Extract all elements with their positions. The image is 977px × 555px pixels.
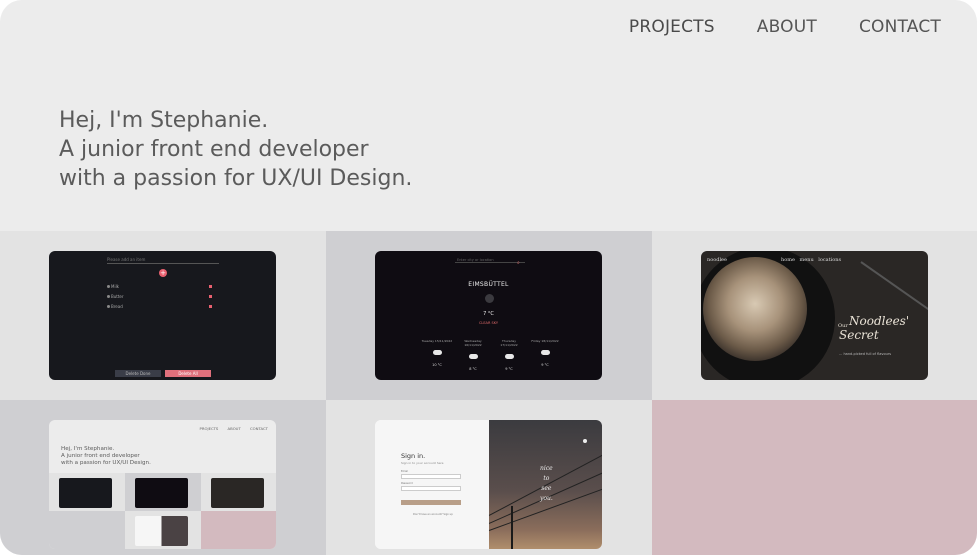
forecast-temp: 8 °C — [469, 367, 477, 371]
project-card-portfolio[interactable]: PROJECTS ABOUT CONTACT Hej, I'm Stephani… — [49, 420, 276, 549]
project-tile-noodle: noodlee home menu locations Our Noodlees… — [652, 231, 977, 400]
delete-icon — [209, 285, 212, 288]
todo-item: Butter — [111, 294, 124, 299]
signin-submit-button — [401, 500, 461, 505]
weather-icon — [485, 294, 494, 303]
delete-icon — [209, 295, 212, 298]
signin-register-link: Don't have an account? Sign up — [413, 513, 453, 516]
checkbox-icon — [107, 285, 110, 288]
search-icon: ⌕ — [517, 260, 520, 266]
weather-city: EIMSBÜTTEL — [468, 281, 509, 288]
project-card-noodle[interactable]: noodlee home menu locations Our Noodlees… — [701, 251, 928, 380]
signin-quote: nice to see you. — [540, 464, 553, 504]
power-pole — [511, 506, 513, 549]
forecast-day-label: Tuesday 15/11/2022 — [421, 339, 453, 343]
mini-tile — [125, 473, 201, 511]
cloud-icon — [432, 350, 442, 355]
mini-tile — [49, 473, 125, 511]
quote-line: you. — [540, 495, 553, 502]
forecast-day-label: Friday 18/11/2022 — [531, 339, 559, 343]
weather-temp: 7 °C — [483, 311, 494, 317]
mini-tile — [49, 511, 125, 549]
delete-done-button: Delete Done — [115, 370, 161, 377]
delete-icon — [209, 305, 212, 308]
project-tile-signin: Sign in. Sign in to your account here Em… — [326, 400, 652, 555]
signin-email-label: Email — [401, 470, 408, 473]
project-card-weather[interactable]: Enter city or location ⌕ EIMSBÜTTEL 7 °C… — [375, 251, 602, 380]
todo-input-line — [107, 263, 219, 264]
forecast-day: Thursday 17/11/2022 9 °C — [493, 339, 525, 371]
forecast-day: Wednesday 16/11/2022 8 °C — [457, 339, 489, 371]
mini-grid — [49, 473, 276, 549]
nav-projects[interactable]: PROJECTS — [629, 17, 715, 37]
hero-line-1: Hej, I'm Stephanie. — [59, 108, 269, 133]
mini-hero: Hej, I'm Stephanie. A junior front end d… — [61, 446, 151, 467]
signin-subtitle: Sign in to your account here — [401, 461, 444, 465]
forecast-day: Tuesday 15/11/2022 10 °C — [421, 339, 453, 371]
todo-input-placeholder: Please add an item — [107, 257, 146, 262]
checkbox-icon — [107, 305, 110, 308]
project-card-signin[interactable]: Sign in. Sign in to your account here Em… — [375, 420, 602, 549]
mini-tile — [201, 511, 276, 549]
cloud-icon — [540, 350, 550, 355]
portfolio-page: PROJECTS ABOUT CONTACT Hej, I'm Stephani… — [0, 0, 977, 555]
quote-line: see — [541, 485, 552, 492]
project-tile-portfolio: PROJECTS ABOUT CONTACT Hej, I'm Stephani… — [0, 400, 326, 555]
projects-grid: Please add an item + Milk Butter Bread D… — [0, 231, 977, 555]
forecast-temp: 10 °C — [432, 363, 442, 367]
cloud-icon — [468, 354, 478, 359]
forecast-day-label: Thursday 17/11/2022 — [500, 339, 518, 347]
forecast-day: Friday 18/11/2022 9 °C — [529, 339, 561, 371]
weather-condition: CLEAR SKY — [478, 321, 499, 325]
mini-tile — [201, 473, 276, 511]
moon-image — [583, 439, 587, 443]
quote-line: to — [543, 475, 550, 482]
delete-all-button: Delete All — [165, 370, 211, 377]
forecast-temp: 9 °C — [505, 367, 513, 371]
checkbox-icon — [107, 295, 110, 298]
project-tile-todo: Please add an item + Milk Butter Bread D… — [0, 231, 326, 400]
hero-intro: Hej, I'm Stephanie. A junior front end d… — [59, 106, 412, 193]
project-card-todo[interactable]: Please add an item + Milk Butter Bread D… — [49, 251, 276, 380]
hero-line-2: A junior front end developer — [59, 137, 369, 162]
todo-item: Milk — [111, 284, 119, 289]
noodle-subtitle: ... hand-picked full of flavours — [839, 352, 892, 356]
mini-hero-line: Hej, I'm Stephanie. — [61, 446, 115, 452]
signin-form-panel — [375, 420, 489, 549]
add-icon: + — [159, 269, 167, 277]
noodle-brand: noodlee — [707, 257, 727, 263]
top-nav: PROJECTS ABOUT CONTACT — [629, 17, 941, 37]
mini-hero-line: A junior front end developer — [61, 453, 140, 459]
empty-tile — [652, 400, 977, 555]
todo-item: Bread — [111, 304, 123, 309]
forecast-row: Tuesday 15/11/2022 10 °C Wednesday 16/11… — [421, 339, 561, 371]
signin-title: Sign in. — [401, 452, 426, 460]
signin-email-input — [401, 474, 461, 479]
quote-line: nice — [540, 465, 553, 472]
cloud-icon — [504, 354, 514, 359]
mini-tile — [125, 511, 201, 549]
mini-hero-line: with a passion for UX/UI Design. — [61, 460, 151, 466]
signin-password-label: Password — [401, 482, 413, 485]
weather-search-line — [455, 262, 525, 263]
nav-about[interactable]: ABOUT — [757, 17, 817, 37]
noodle-title-1: Noodlees' — [849, 314, 910, 328]
hero-line-3: with a passion for UX/UI Design. — [59, 166, 413, 191]
forecast-day-label: Wednesday 16/11/2022 — [464, 339, 482, 347]
forecast-temp: 9 °C — [541, 363, 549, 367]
nav-contact[interactable]: CONTACT — [859, 17, 941, 37]
noodle-title-2: Secret — [839, 328, 879, 342]
signin-password-input — [401, 486, 461, 491]
mini-nav: PROJECTS ABOUT CONTACT — [199, 426, 268, 431]
noodle-menu: home menu locations — [781, 257, 842, 263]
noodle-bowl-image — [701, 251, 835, 380]
chopsticks-image — [860, 261, 928, 321]
project-tile-weather: Enter city or location ⌕ EIMSBÜTTEL 7 °C… — [326, 231, 652, 400]
